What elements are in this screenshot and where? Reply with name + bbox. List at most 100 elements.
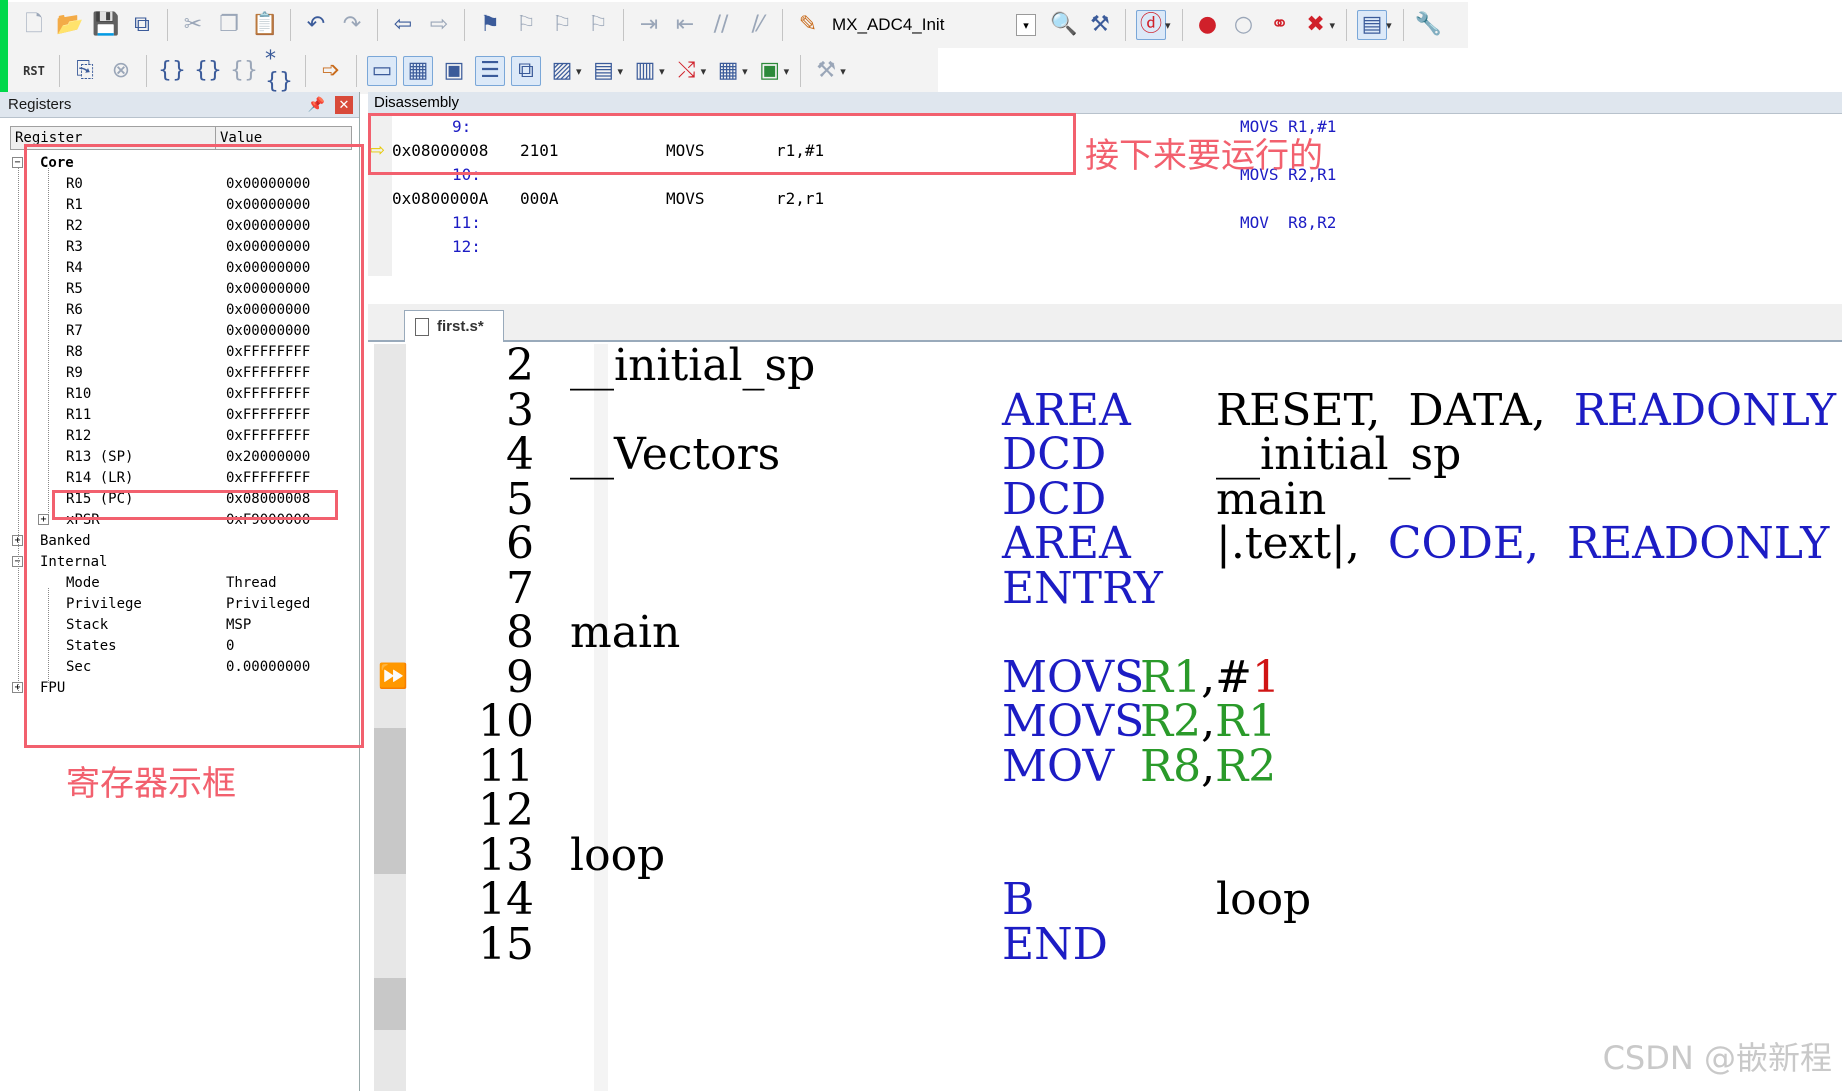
disable-breakpoint-icon[interactable]: ○ (1229, 10, 1259, 40)
code-token: READONLY (1566, 518, 1830, 569)
executable-line-marker (374, 978, 406, 1030)
incremental-find-icon[interactable]: ⚒ (1085, 10, 1115, 40)
paste-icon[interactable]: 📋 (250, 10, 280, 40)
undo-icon[interactable]: ↶ (301, 10, 331, 40)
navigate-forward-icon[interactable]: ⇨ (424, 10, 454, 40)
disassembly-source-line[interactable]: 11: MOV R8,R2 (392, 210, 1832, 234)
next-bookmark-icon[interactable]: ⚐ (547, 10, 577, 40)
code-editor[interactable]: 2 __initial_sp 3 AREA RESET, DATA, READONLY 4… (374, 340, 1842, 1091)
toolbar-separator (1125, 9, 1126, 41)
step-out-icon[interactable]: {} (229, 56, 259, 86)
code-token: ,# (1201, 651, 1252, 703)
save-icon[interactable]: 💾 (91, 10, 121, 40)
instruction-opcode-hex: 000A (520, 188, 559, 208)
disassembly-source-line[interactable]: 12: (392, 234, 1832, 258)
cut-icon[interactable]: ✂ (178, 10, 208, 40)
chevron-down-icon[interactable]: ▾ (742, 65, 748, 78)
instruction-mnemonic: MOVS (666, 188, 705, 208)
watch-window-icon[interactable]: ▨ (547, 56, 577, 86)
stop-icon[interactable]: ⊗ (106, 56, 136, 86)
target-name-field[interactable]: MX_ADC4_Init (826, 15, 1016, 35)
show-next-statement-icon[interactable]: ➩ (316, 56, 346, 86)
disassembly-instruction-line[interactable]: 0x0800000A 000A MOVS r2,r1 (392, 186, 1832, 210)
uncomment-icon[interactable]: /⁄ (742, 10, 772, 40)
kill-breakpoints-icon[interactable]: ✖ (1301, 10, 1331, 40)
code-token: main (1216, 473, 1327, 525)
chevron-down-icon[interactable]: ▾ (784, 65, 790, 78)
bookmark-icon[interactable]: ⚑ (475, 10, 505, 40)
code-line[interactable]: 15 END (374, 919, 1842, 971)
chevron-down-icon[interactable]: ▾ (576, 65, 582, 78)
open-folder-icon[interactable]: 📂 (55, 10, 85, 40)
copy-icon[interactable]: ❐ (214, 10, 244, 40)
step-into-icon[interactable]: {} (157, 56, 187, 86)
toolbar-separator (290, 9, 291, 41)
chevron-down-icon[interactable]: ▾ (1386, 19, 1392, 32)
reset-button[interactable]: RST (19, 56, 49, 86)
toolbar-separator (800, 55, 802, 87)
breakpoint-icon[interactable]: ● (1193, 10, 1223, 40)
disable-all-breakpoints-icon[interactable]: ⚭ (1265, 10, 1295, 40)
registers-panel-title: Registers 📌 ✕ (0, 92, 359, 118)
pin-icon[interactable]: 📌 (308, 96, 325, 113)
unindent-icon[interactable]: ⇤ (670, 10, 700, 40)
configure-icon[interactable]: 🔧 (1414, 10, 1444, 40)
clear-bookmarks-icon[interactable]: ⚐ (583, 10, 613, 40)
next-instruction-annotation-box (368, 113, 1076, 175)
code-token: R1 (1140, 651, 1202, 703)
run-icon[interactable]: ⎘ (70, 56, 100, 86)
code-token: loop (1216, 874, 1312, 925)
indent-icon[interactable]: ⇥ (634, 10, 664, 40)
next-instruction-annotation-label: 接下来要运行的 (1085, 136, 1323, 176)
toolbox-icon[interactable]: ⚒ (811, 56, 841, 86)
tree-connector (18, 168, 19, 693)
toolbar-separator (1402, 9, 1404, 41)
code-token: R2 (1215, 740, 1277, 792)
new-file-icon[interactable]: 🗋 (19, 10, 49, 40)
step-over-icon[interactable]: {} (193, 56, 223, 86)
redo-icon[interactable]: ↷ (337, 10, 367, 40)
register-annotation-box (24, 144, 364, 748)
find-in-files-icon[interactable]: ✎ (793, 10, 823, 40)
toolbar-separator (146, 55, 147, 87)
chevron-down-icon[interactable]: ▾ (659, 65, 665, 78)
serial-window-icon[interactable]: ▥ (630, 56, 660, 86)
toolbar-separator (1181, 9, 1183, 41)
tab-label: first.s* (437, 318, 484, 335)
chevron-down-icon[interactable]: ▾ (1165, 19, 1171, 32)
disassembly-window-icon[interactable]: ▦ (403, 56, 433, 86)
prev-bookmark-icon[interactable]: ⚐ (511, 10, 541, 40)
system-viewer-icon[interactable]: ▣ (755, 56, 785, 86)
editor-tab-bar: first.s* (368, 304, 1842, 342)
code-token: DATA, (1408, 384, 1546, 436)
memory-window-icon[interactable]: ▤ (589, 56, 619, 86)
debug-toolbar: RST ⎘ ⊗ {} {} {} *{} ➩ ▭ ▦ ▣ ☰ ⧉ ▨ ▾ ▤ ▾… (8, 48, 938, 94)
navigate-back-icon[interactable]: ⇦ (388, 10, 418, 40)
find-icon[interactable]: 🔍 (1049, 10, 1079, 40)
document-icon (415, 317, 429, 336)
call-stack-window-icon[interactable]: ⧉ (511, 56, 541, 86)
target-dropdown-icon[interactable]: ▾ (1016, 14, 1036, 36)
symbols-window-icon[interactable]: ▣ (439, 56, 469, 86)
chevron-down-icon[interactable]: ▾ (701, 65, 707, 78)
debug-session-icon[interactable]: ⓓ (1136, 10, 1166, 40)
code-token: , (1201, 740, 1216, 792)
window-layout-icon[interactable]: ▤ (1357, 10, 1388, 40)
registers-title: Registers (8, 96, 72, 113)
tab-first-s[interactable]: first.s* (404, 310, 504, 342)
trace-window-icon[interactable]: ▦ (713, 56, 743, 86)
command-window-icon[interactable]: ▭ (367, 56, 397, 86)
chevron-down-icon[interactable]: ▾ (1330, 19, 1336, 32)
file-toolbar: 🗋 📂 💾 ⧉ ✂ ❐ 📋 ↶ ↷ ⇦ ⇨ ⚑ ⚐ ⚐ ⚐ ⇥ ⇤ // /⁄ … (8, 2, 1468, 48)
line-number: 15 (478, 918, 534, 970)
pc-register-highlight-box (52, 490, 338, 520)
registers-window-icon[interactable]: ☰ (475, 56, 505, 86)
analysis-window-icon[interactable]: ⤭ (672, 56, 702, 86)
chevron-down-icon[interactable]: ▾ (840, 65, 846, 78)
comment-icon[interactable]: // (706, 10, 736, 40)
close-icon[interactable]: ✕ (335, 95, 353, 114)
run-to-cursor-icon[interactable]: *{} (265, 49, 295, 93)
collapse-icon[interactable]: − (12, 157, 23, 168)
save-all-icon[interactable]: ⧉ (127, 10, 157, 40)
chevron-down-icon[interactable]: ▾ (618, 65, 624, 78)
